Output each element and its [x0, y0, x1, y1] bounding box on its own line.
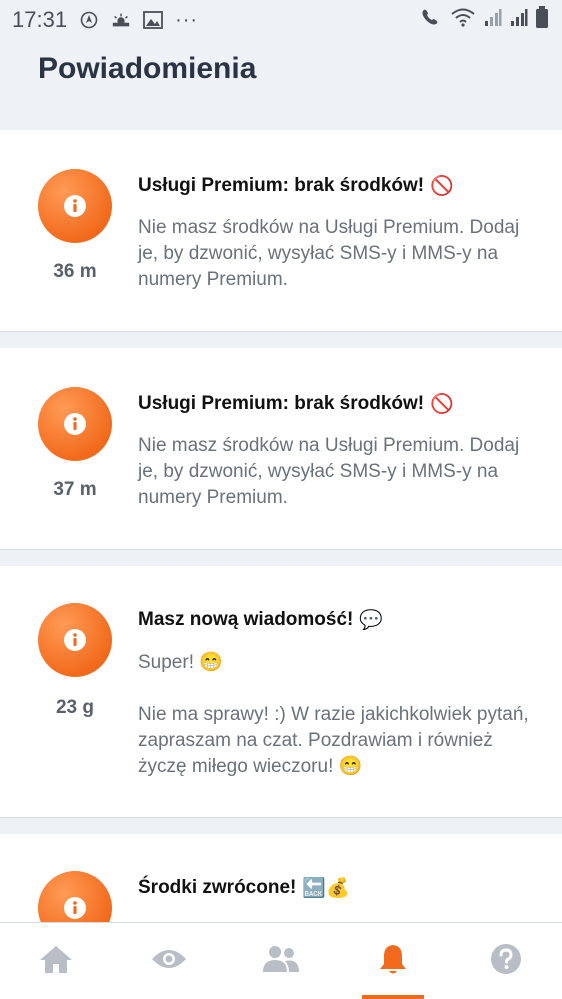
signal-2-icon	[510, 7, 528, 33]
page-title: Powiadomienia	[38, 52, 257, 85]
notification-card[interactable]: 23 g Masz nową wiadomość! 💬 Super! 😁 Nie…	[0, 566, 562, 818]
notification-time: 23 g	[55, 697, 95, 718]
home-icon	[38, 944, 74, 979]
notification-body: Nie masz środków na Usługi Premium. Doda…	[138, 217, 520, 290]
battery-icon	[536, 6, 548, 34]
weather-icon	[111, 10, 131, 30]
prohibited-icon: 🚫	[430, 394, 454, 415]
speech-bubble-icon: 💬	[359, 610, 384, 631]
notification-time: 36 m	[53, 261, 97, 282]
notification-title-text: Masz nową wiadomość!	[138, 609, 354, 630]
bell-icon	[378, 943, 408, 980]
prohibited-icon: 🚫	[430, 176, 454, 197]
notification-time: 37 m	[53, 479, 97, 500]
tab-people[interactable]	[225, 923, 337, 999]
signal-1-icon	[484, 7, 502, 33]
tab-notifications[interactable]	[337, 923, 449, 999]
people-icon	[261, 945, 301, 978]
notifications-list: 36 m Usługi Premium: brak środków! 🚫 Nie…	[0, 130, 562, 922]
notification-title-text: Usługi Premium: brak środków!	[138, 393, 425, 414]
notification-body: Nie ma sprawy! :) W razie jakichkolwiek …	[138, 704, 529, 777]
notification-body: Nie masz środków na Usługi Premium. Doda…	[138, 435, 520, 508]
notification-title: Usługi Premium: brak środków! 🚫	[138, 174, 454, 198]
status-time: 17:31	[12, 7, 68, 32]
help-icon	[490, 943, 522, 980]
eye-icon	[151, 947, 187, 976]
status-bar: 17:31 ···	[0, 0, 562, 40]
info-icon	[38, 169, 112, 243]
info-icon	[38, 603, 112, 677]
tab-home[interactable]	[0, 923, 112, 999]
notification-title-text: Usługi Premium: brak środków!	[138, 175, 425, 196]
tab-watch[interactable]	[112, 923, 224, 999]
tab-help[interactable]	[450, 923, 562, 999]
notification-title: Środki zwrócone! 🔙💰	[138, 876, 350, 900]
active-tab-indicator	[362, 995, 425, 999]
notification-title-text: Środki zwrócone!	[138, 877, 297, 898]
info-icon	[38, 387, 112, 461]
back-money-icon: 🔙💰	[302, 878, 350, 899]
notification-card[interactable]: 37 m Usługi Premium: brak środków! 🚫 Nie…	[0, 348, 562, 550]
bottom-tab-bar	[0, 922, 562, 999]
page-header: Powiadomienia	[0, 40, 562, 130]
notification-title: Masz nową wiadomość! 💬	[138, 608, 383, 632]
gallery-icon	[143, 10, 163, 30]
notification-card[interactable]: Środki zwrócone! 🔙💰	[0, 834, 562, 922]
navigation-icon	[79, 10, 99, 30]
more-notifications-icon: ···	[175, 8, 199, 31]
notification-preview: Super! 😁	[138, 652, 223, 673]
info-icon	[38, 871, 112, 922]
notification-title: Usługi Premium: brak środków! 🚫	[138, 392, 454, 416]
wifi-call-icon	[420, 7, 442, 33]
wifi-icon	[450, 7, 476, 33]
notification-card[interactable]: 36 m Usługi Premium: brak środków! 🚫 Nie…	[0, 130, 562, 332]
